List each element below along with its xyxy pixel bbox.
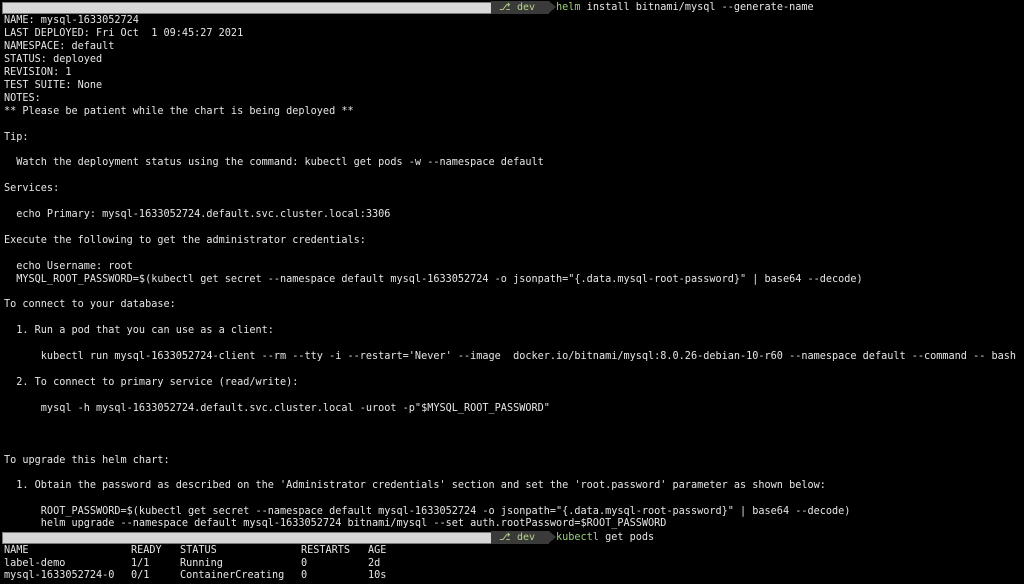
- output-line: echo Username: root: [4, 261, 133, 272]
- command-text: helm install bitnami/mysql --generate-na…: [556, 1, 814, 14]
- prompt-line-kubectl-get-pods: ⎇ dev kubectl get pods: [0, 531, 1024, 544]
- table-header-status: STATUS: [180, 545, 217, 556]
- output-line: Watch the deployment status using the co…: [4, 157, 544, 168]
- command-binary: helm: [556, 2, 581, 13]
- output-line: Services:: [4, 183, 60, 194]
- git-branch-icon: ⎇: [499, 532, 511, 543]
- output-line: NOTES:: [4, 93, 41, 104]
- output-line: Execute the following to get the adminis…: [4, 235, 366, 246]
- output-line: mysql -h mysql-1633052724.default.svc.cl…: [4, 403, 550, 414]
- output-line: ** Please be patient while the chart is …: [4, 106, 354, 117]
- output-line: LAST DEPLOYED: Fri Oct 1 09:45:27 2021: [4, 28, 244, 39]
- output-line: To connect to your database:: [4, 299, 176, 310]
- table-cell-ready: 1/1: [131, 558, 150, 569]
- output-line: NAME: mysql-1633052724: [4, 15, 139, 26]
- command-text: kubectl get pods: [556, 531, 654, 544]
- table-cell-name: mysql-1633052724-0: [4, 570, 115, 581]
- command-args: get pods: [598, 532, 655, 543]
- output-line: ROOT_PASSWORD=$(kubectl get secret --nam…: [4, 506, 851, 517]
- table-cell-age: 10s: [368, 570, 387, 581]
- branch-name: dev: [517, 2, 536, 13]
- output-line: REVISION: 1: [4, 67, 72, 78]
- table-cell-status: ContainerCreating: [180, 570, 285, 581]
- output-line: MYSQL_ROOT_PASSWORD=$(kubectl get secret…: [4, 274, 863, 285]
- table-cell-name: label-demo: [4, 558, 66, 569]
- table-header-name: NAME: [4, 545, 29, 556]
- terminal-window[interactable]: ⎇ dev helm install bitnami/mysql --gener…: [0, 0, 1024, 584]
- output-line: echo Primary: mysql-1633052724.default.s…: [4, 209, 391, 220]
- table-cell-status: Running: [180, 558, 223, 569]
- git-branch-icon: ⎇: [499, 2, 511, 13]
- table-header-ready: READY: [131, 545, 162, 556]
- output-line: Tip:: [4, 132, 29, 143]
- output-line: helm upgrade --namespace default mysql-1…: [4, 518, 667, 529]
- table-cell-restarts: 0: [301, 570, 308, 581]
- output-line: To upgrade this helm chart:: [4, 455, 170, 466]
- table-header-age: AGE: [368, 545, 387, 556]
- command-args: install bitnami/mysql --generate-name: [580, 2, 814, 13]
- command-binary: kubectl: [556, 532, 599, 543]
- prompt-line-helm-install: ⎇ dev helm install bitnami/mysql --gener…: [0, 1, 1024, 14]
- output-line: NAMESPACE: default: [4, 41, 115, 52]
- prompt-arrow-icon: [549, 531, 556, 543]
- branch-name: dev: [517, 532, 536, 543]
- prompt-path-bar: [2, 532, 492, 544]
- prompt-path-bar: [2, 2, 492, 14]
- table-cell-age: 2d: [368, 558, 381, 569]
- table-header-restarts: RESTARTS: [301, 545, 351, 556]
- prompt-arrow-icon: [549, 1, 556, 13]
- output-line: 1. Obtain the password as described on t…: [4, 480, 826, 491]
- output-line: STATUS: deployed: [4, 54, 103, 65]
- prompt-branch-segment: ⎇ dev: [491, 531, 549, 544]
- output-line: 2. To connect to primary service (read/w…: [4, 377, 299, 388]
- output-line: TEST SUITE: None: [4, 80, 103, 91]
- prompt-branch-segment: ⎇ dev: [491, 1, 549, 14]
- output-line: kubectl run mysql-1633052724-client --rm…: [4, 351, 1017, 362]
- table-cell-ready: 0/1: [131, 570, 150, 581]
- output-line: 1. Run a pod that you can use as a clien…: [4, 325, 274, 336]
- table-cell-restarts: 0: [301, 558, 308, 569]
